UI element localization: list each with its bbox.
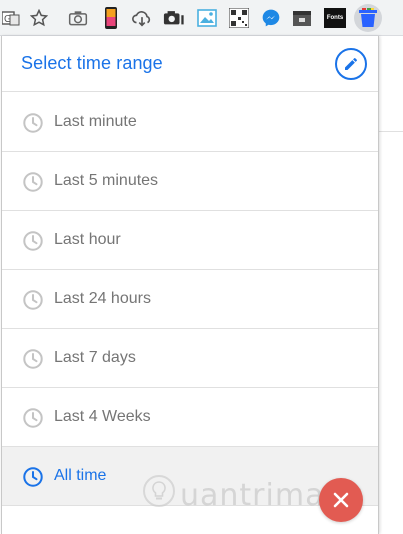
archive-icon[interactable] [291,7,313,29]
clock-icon [23,172,43,192]
clock-icon [23,231,43,251]
range-item-last-5-minutes[interactable]: Last 5 minutes [2,152,378,211]
time-range-list: Last minute Last 5 minutes Last hour Las… [2,93,378,506]
close-button[interactable] [319,478,363,522]
cloud-download-icon[interactable] [131,7,153,29]
range-label: Last hour [54,231,121,248]
fonts-extension-icon[interactable]: Fonts [323,7,347,29]
clock-icon [23,290,43,310]
clock-icon [23,349,43,369]
range-label: Last 5 minutes [54,172,159,189]
phone-icon[interactable] [100,7,122,29]
trash-extension-icon[interactable] [354,4,382,32]
camera-filled-icon[interactable] [163,7,185,29]
range-label: All time [54,467,107,484]
popup-header: Select time range [2,36,378,92]
camera-icon[interactable] [67,7,89,29]
range-label: Last 4 Weeks [54,408,151,425]
range-item-last-4-weeks[interactable]: Last 4 Weeks [2,388,378,447]
close-icon [333,492,349,508]
range-item-last-hour[interactable]: Last hour [2,211,378,270]
range-label: Last minute [54,113,137,130]
background-divider [378,131,403,132]
qr-code-icon[interactable] [228,7,250,29]
clock-icon [23,408,43,428]
clock-icon [23,113,43,133]
popup-title: Select time range [21,53,163,73]
pencil-icon [345,57,357,70]
fonts-label: Fonts [324,8,346,28]
translate-icon[interactable]: G [0,7,22,29]
clock-icon [23,467,43,487]
range-label: Last 7 days [54,349,136,366]
background-page [378,36,403,534]
messenger-icon[interactable] [260,7,282,29]
range-label: Last 24 hours [54,290,151,307]
star-icon[interactable] [28,7,50,29]
range-item-last-7-days[interactable]: Last 7 days [2,329,378,388]
edit-button[interactable] [335,48,367,80]
range-item-last-24-hours[interactable]: Last 24 hours [2,270,378,329]
range-item-last-minute[interactable]: Last minute [2,93,378,152]
time-range-popup: Select time range Last minute Last 5 min… [1,36,379,534]
browser-toolbar: G Fonts [0,0,403,36]
image-icon[interactable] [196,7,218,29]
